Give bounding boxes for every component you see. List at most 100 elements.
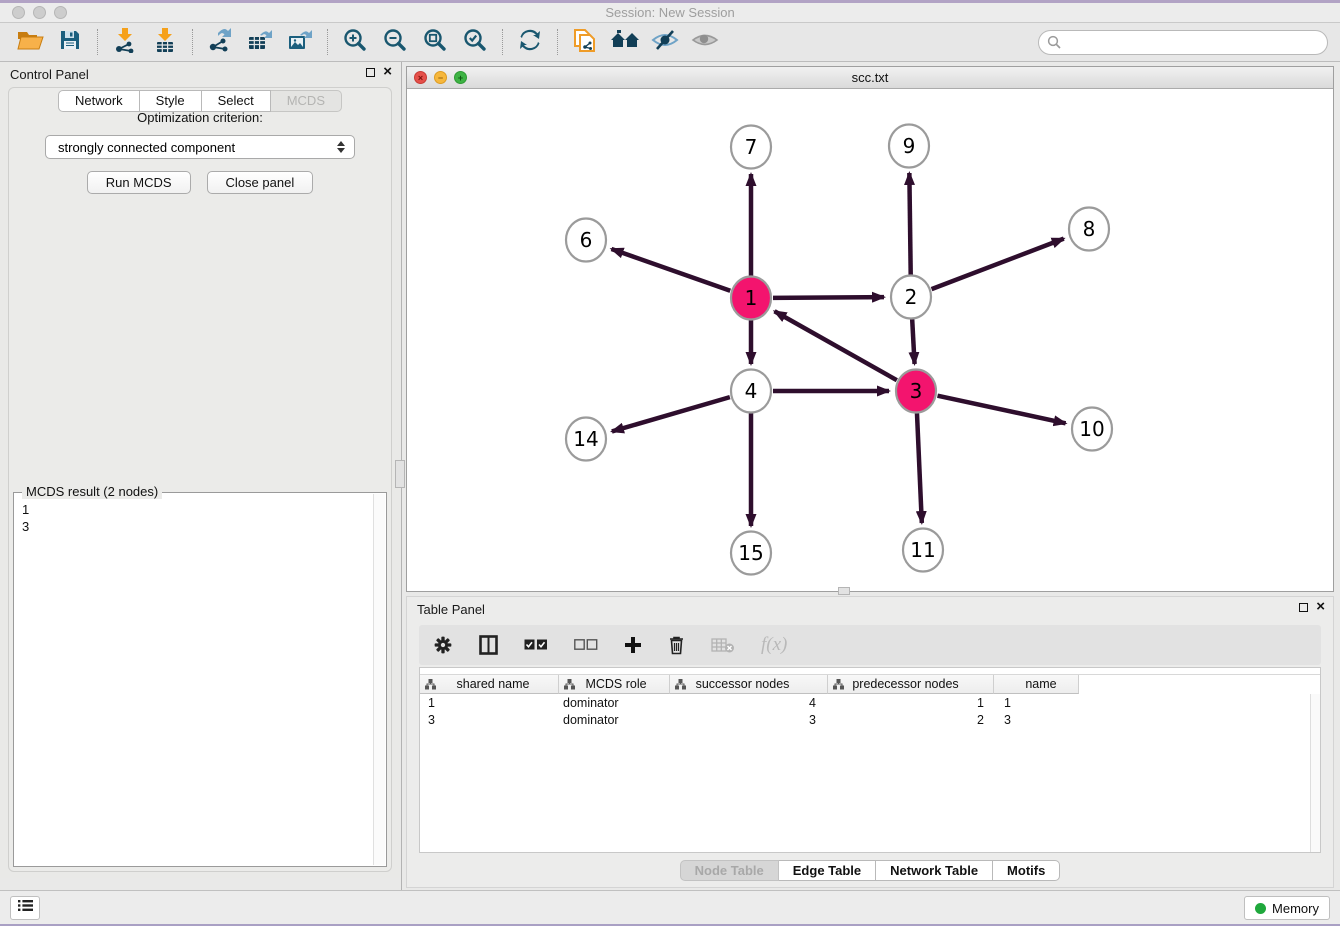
create-network-from-selection-button[interactable] [565, 26, 605, 58]
table-cell[interactable]: 1 [420, 696, 559, 710]
graph-node-1[interactable]: 1 [731, 277, 771, 320]
table-cell[interactable]: 3 [420, 713, 559, 727]
column-header-mcds-role[interactable]: MCDS role [559, 675, 670, 694]
column-header-name[interactable]: name [994, 675, 1079, 694]
result-line: 1 [22, 501, 384, 518]
table-tab-motifs[interactable]: Motifs [993, 860, 1060, 881]
import-network-button[interactable] [105, 26, 145, 58]
refresh-view-button[interactable] [510, 26, 550, 58]
export-table-button[interactable] [240, 26, 280, 58]
tab-style[interactable]: Style [140, 90, 202, 112]
table-cell[interactable]: dominator [559, 696, 670, 710]
control-panel: Control Panel × NetworkStyleSelectMCDS O… [0, 62, 400, 878]
graph-node-2[interactable]: 2 [891, 276, 931, 319]
graph-node-label: 8 [1083, 217, 1096, 241]
table-row[interactable]: 1dominator411 [420, 694, 1320, 711]
criterion-dropdown[interactable]: strongly connected component [45, 135, 355, 159]
network-view-window: × − + scc.txt 7 9 6 8 1 2 4 3 14 10 15 11 [406, 66, 1334, 592]
graph-edge-2-9[interactable] [909, 173, 910, 275]
add-column-icon[interactable] [624, 636, 642, 654]
tab-network[interactable]: Network [58, 90, 140, 112]
session-title: Session: New Session [0, 5, 1340, 20]
delete-columns-trash-icon[interactable] [668, 635, 685, 655]
export-image-button[interactable] [280, 26, 320, 58]
vertical-splitter-handle[interactable] [395, 460, 405, 488]
graph-node-11[interactable]: 11 [903, 529, 943, 572]
graph-edge-4-14[interactable] [612, 397, 730, 431]
task-history-button[interactable] [10, 896, 40, 920]
graph-node-10[interactable]: 10 [1072, 408, 1112, 451]
run-mcds-button[interactable]: Run MCDS [87, 171, 191, 194]
graph-node-15[interactable]: 15 [731, 532, 771, 575]
toolbar-separator [502, 29, 503, 55]
column-header-successor-nodes[interactable]: successor nodes [670, 675, 828, 694]
show-column-panel-icon[interactable] [479, 635, 498, 655]
refresh-icon [518, 28, 542, 57]
graph-node-14[interactable]: 14 [566, 418, 606, 461]
table-scrollbar[interactable] [1310, 694, 1320, 852]
graph-edge-3-10[interactable] [938, 396, 1066, 424]
table-tab-edge-table[interactable]: Edge Table [779, 860, 876, 881]
network-graph[interactable]: 7 9 6 8 1 2 4 3 14 10 15 11 [407, 89, 1333, 591]
memory-button[interactable]: Memory [1244, 896, 1330, 920]
zoom-selected-button[interactable] [455, 26, 495, 58]
show-all-button[interactable] [685, 26, 725, 58]
open-session-button[interactable] [10, 26, 50, 58]
search-input[interactable] [1038, 30, 1328, 55]
main-toolbar [0, 23, 1340, 62]
zoom-in-icon [343, 28, 367, 57]
graph-node-3[interactable]: 3 [896, 370, 936, 413]
float-table-panel-icon[interactable] [1299, 603, 1308, 612]
column-header-shared-name[interactable]: shared name [420, 675, 559, 694]
graph-edge-1-2[interactable] [773, 297, 884, 298]
export-network-button[interactable] [200, 26, 240, 58]
table-cell[interactable]: 1 [994, 696, 1079, 710]
graph-node-6[interactable]: 6 [566, 219, 606, 262]
first-neighbors-button[interactable] [605, 26, 645, 58]
table-cell[interactable]: 3 [994, 713, 1079, 727]
graph-edge-1-6[interactable] [611, 249, 730, 291]
save-floppy-icon [59, 29, 81, 56]
graph-node-7[interactable]: 7 [731, 126, 771, 169]
graph-node-label: 2 [905, 285, 918, 309]
tab-select[interactable]: Select [202, 90, 271, 112]
tab-mcds[interactable]: MCDS [271, 90, 342, 112]
network-window-titlebar[interactable]: × − + scc.txt [407, 67, 1333, 89]
graph-node-8[interactable]: 8 [1069, 208, 1109, 251]
zoom-in-button[interactable] [335, 26, 375, 58]
network-canvas[interactable]: 7 9 6 8 1 2 4 3 14 10 15 11 [407, 89, 1333, 591]
table-row[interactable]: 3dominator323 [420, 711, 1320, 728]
table-cell[interactable]: 4 [670, 696, 828, 710]
select-all-columns-icon[interactable] [524, 639, 548, 651]
close-table-panel-icon[interactable]: × [1316, 601, 1325, 613]
import-table-button[interactable] [145, 26, 185, 58]
hide-selected-button[interactable] [645, 26, 685, 58]
graph-edge-3-1[interactable] [775, 311, 897, 380]
close-panel-icon[interactable]: × [383, 66, 392, 78]
table-tab-node-table[interactable]: Node Table [680, 860, 779, 881]
table-cell[interactable]: 1 [828, 696, 994, 710]
save-session-button[interactable] [50, 26, 90, 58]
close-panel-button[interactable]: Close panel [207, 171, 314, 194]
table-options-gear-icon[interactable] [433, 635, 453, 655]
import-network-icon [113, 27, 137, 58]
table-cell[interactable]: dominator [559, 713, 670, 727]
float-panel-icon[interactable] [366, 68, 375, 77]
horizontal-splitter-handle[interactable] [838, 587, 850, 595]
zoom-fit-icon [423, 28, 447, 57]
column-header-predecessor-nodes[interactable]: predecessor nodes [828, 675, 994, 694]
table-tab-network-table[interactable]: Network Table [876, 860, 993, 881]
graph-edge-2-3[interactable] [912, 319, 914, 364]
unselect-all-columns-icon[interactable] [574, 639, 598, 651]
table-cell[interactable]: 2 [828, 713, 994, 727]
table-cell[interactable]: 3 [670, 713, 828, 727]
zoom-fit-button[interactable] [415, 26, 455, 58]
result-scrollbar[interactable] [373, 494, 385, 865]
graph-edge-3-11[interactable] [917, 413, 922, 523]
graph-edge-2-8[interactable] [932, 239, 1064, 290]
function-builder-icon: f(x) [761, 634, 787, 656]
toolbar-separator [192, 29, 193, 55]
graph-node-9[interactable]: 9 [889, 125, 929, 168]
zoom-out-button[interactable] [375, 26, 415, 58]
graph-node-4[interactable]: 4 [731, 370, 771, 413]
